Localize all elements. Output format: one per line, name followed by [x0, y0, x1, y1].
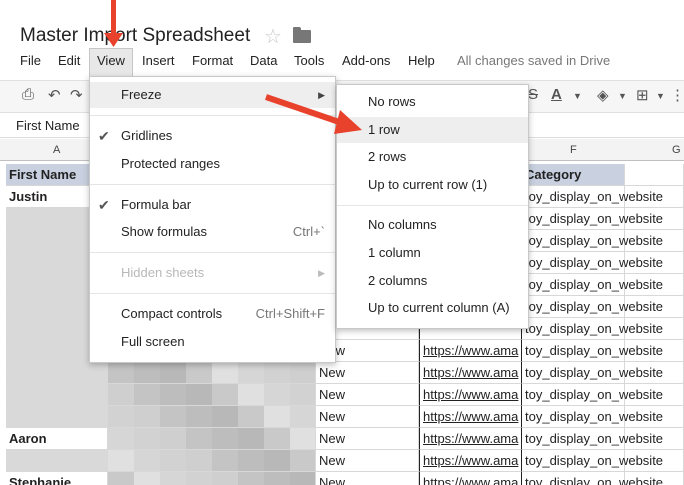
arrow-to-view-menu-icon — [104, 0, 123, 47]
annotation-overlay — [104, 0, 362, 134]
arrow-to-one-row-icon — [265, 94, 362, 134]
